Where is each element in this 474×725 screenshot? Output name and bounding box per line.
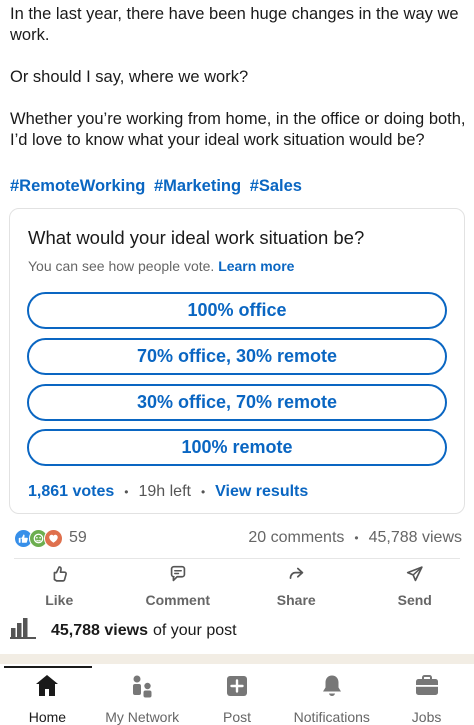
action-bar: Like Comment Share Send <box>0 563 474 608</box>
poll-time-left: 19h left <box>138 483 191 500</box>
poll-option-3[interactable]: 30% office, 70% remote <box>27 384 447 421</box>
post-paragraph: Or should I say, where we work? <box>10 68 249 86</box>
nav-post[interactable]: Post <box>190 664 285 725</box>
poll-question: What would your ideal work situation be? <box>28 227 365 248</box>
nav-notifications[interactable]: Notifications <box>284 664 379 725</box>
nav-jobs-label: Jobs <box>411 709 442 725</box>
poll-meta: 1,861 votes • 19h left • View results <box>28 483 308 501</box>
post-views-number: 45,788 views <box>51 621 148 639</box>
poll-option-1[interactable]: 100% office <box>27 292 447 329</box>
post-body: In the last year, there have been huge c… <box>10 4 466 151</box>
hashtag-link[interactable]: #Sales <box>250 177 302 195</box>
nav-post-label: Post <box>222 709 251 725</box>
notifications-icon <box>318 672 346 705</box>
share-label: Share <box>276 592 316 608</box>
home-icon <box>33 672 61 705</box>
send-icon <box>404 563 426 590</box>
jobs-icon <box>413 672 441 705</box>
nav-home[interactable]: Home <box>0 664 95 725</box>
nav-jobs[interactable]: Jobs <box>379 664 474 725</box>
like-label: Like <box>45 592 74 608</box>
post-paragraph: Whether you’re working from home, in the… <box>10 110 466 149</box>
poll-option-4[interactable]: 100% remote <box>27 429 447 466</box>
thumbs-up-icon <box>48 563 70 590</box>
bar-chart-icon <box>10 617 37 644</box>
nav-active-indicator <box>4 666 92 668</box>
nav-notifications-label: Notifications <box>293 709 370 725</box>
views-count: 45,788 views <box>368 529 462 546</box>
separator-dot: • <box>124 485 129 499</box>
comment-icon <box>167 563 189 590</box>
post-paragraph: In the last year, there have been huge c… <box>10 5 459 44</box>
comment-button[interactable]: Comment <box>119 563 238 608</box>
reaction-count: 59 <box>69 529 87 546</box>
my-network-icon <box>128 672 156 705</box>
social-right: 20 comments • 45,788 views <box>248 529 462 547</box>
nav-my-network-label: My Network <box>105 709 180 725</box>
like-button[interactable]: Like <box>0 563 119 608</box>
poll-visibility-note: You can see how people vote. Learn more <box>28 258 294 274</box>
hashtag-link[interactable]: #RemoteWorking <box>10 177 145 195</box>
bottom-nav: Home My Network Post Notifications Jobs <box>0 664 474 725</box>
divider <box>14 558 460 559</box>
post-icon <box>223 672 251 705</box>
poll-votes[interactable]: 1,861 votes <box>28 483 114 501</box>
view-results-link[interactable]: View results <box>215 483 308 501</box>
social-counts: 59 20 comments • 45,788 views <box>14 527 462 549</box>
separator-dot: • <box>354 531 359 545</box>
hashtag-link[interactable]: #Marketing <box>154 177 241 195</box>
reactions[interactable]: 59 <box>14 528 87 548</box>
comment-label: Comment <box>145 592 211 608</box>
comments-count[interactable]: 20 comments <box>248 529 344 547</box>
poll-option-2[interactable]: 70% office, 30% remote <box>27 338 447 375</box>
section-separator <box>0 654 474 664</box>
send-button[interactable]: Send <box>356 563 474 608</box>
learn-more-link[interactable]: Learn more <box>218 258 294 274</box>
send-label: Send <box>397 592 432 608</box>
post-analytics[interactable]: 45,788 views of your post <box>10 617 237 644</box>
nav-home-label: Home <box>28 709 67 725</box>
separator-dot: • <box>200 485 206 499</box>
love-icon <box>44 528 63 548</box>
share-button[interactable]: Share <box>237 563 356 608</box>
nav-my-network[interactable]: My Network <box>95 664 190 725</box>
hashtag-list: #RemoteWorking #Marketing #Sales <box>10 177 306 196</box>
share-icon <box>285 563 307 590</box>
poll-note-text: You can see how people vote. <box>28 258 215 274</box>
post-views-suffix: of your post <box>152 621 237 639</box>
poll-card: What would your ideal work situation be?… <box>9 208 465 514</box>
